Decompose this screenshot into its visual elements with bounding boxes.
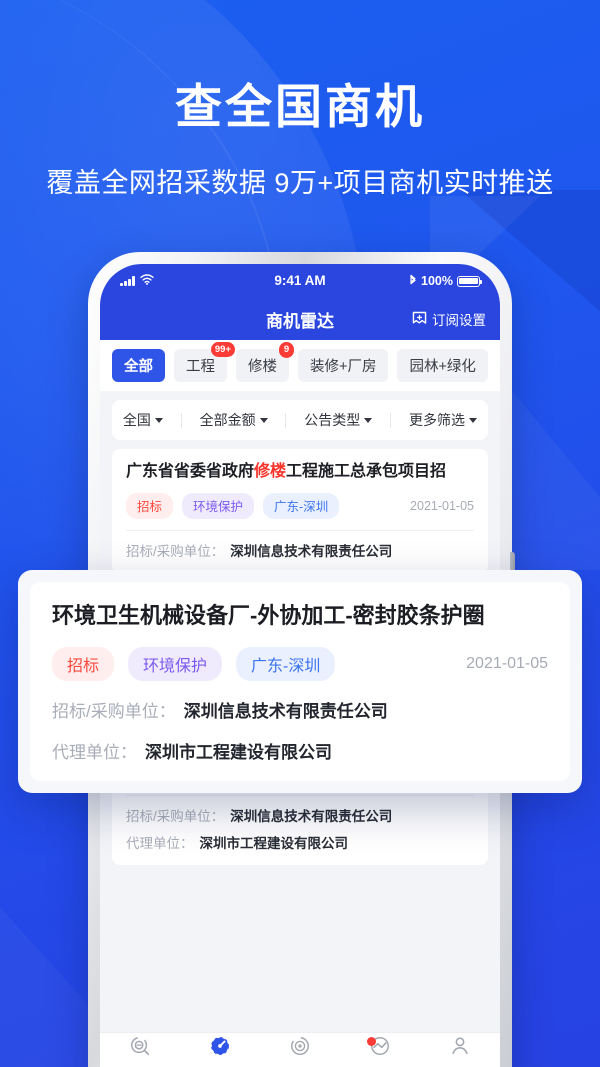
category-tab-4[interactable]: 园林+绿化 (397, 349, 488, 382)
app-header: 商机雷达 订阅设置 (100, 298, 500, 340)
filter-dropdown-3[interactable]: 更多筛选 (405, 410, 481, 430)
category-tab-3[interactable]: 装修+厂房 (298, 349, 389, 382)
tag-blue: 广东-深圳 (263, 492, 340, 519)
bluetooth-icon (409, 274, 417, 289)
nav-item-2[interactable]: 企业跟踪 (260, 1035, 340, 1067)
card-title-keyword: 修楼 (254, 463, 287, 480)
card-tag-row: 招标 环境保护 广东-深圳 2021-01-05 (126, 492, 474, 519)
nav-item-0[interactable]: 首页 (100, 1035, 180, 1067)
meta-row: 招标/采购单位： 深圳信息技术有限责任公司 (126, 794, 474, 834)
tag-red: 招标 (126, 492, 174, 519)
meta-row: 代理单位： 深圳市工程建设有限公司 (52, 738, 548, 763)
category-tabs[interactable]: 全部 工程 99+ 修楼 9 装修+厂房 园林+绿化 (100, 340, 500, 391)
battery-icon (457, 275, 483, 287)
category-tab-0[interactable]: 全部 (112, 349, 165, 382)
filter-bar[interactable]: 全国 全部金额 公告类型 更多筛选 (112, 400, 488, 440)
subscribe-settings-button[interactable]: 订阅设置 (411, 309, 486, 329)
spotlight-card[interactable]: 环境卫生机械设备厂-外协加工-密封胶条护圈 招标 环境保护 广东-深圳 2021-01… (18, 570, 582, 793)
opportunity-card[interactable]: 广东省省委省政府修楼工程施工总承包项目招招标 环境保护 广东-深圳 2021-01-0… (112, 449, 488, 573)
chevron-down-icon (154, 417, 163, 423)
spotlight-meta-rows: 招标/采购单位： 深圳信息技术有限责任公司代理单位： 深圳市工程建设有限公司 (52, 697, 548, 763)
filter-divider (390, 412, 392, 428)
tag-purple: 环境保护 (128, 646, 223, 681)
status-bar-right: 100% (409, 274, 483, 289)
meta-label: 招标/采购单位： (126, 808, 225, 824)
category-tab-label: 工程 (186, 359, 215, 375)
meta-row: 招标/采购单位： 深圳信息技术有限责任公司 (52, 697, 548, 722)
meta-value: 深圳市工程建设有限公司 (145, 742, 332, 762)
tag-blue: 广东-深圳 (236, 646, 336, 681)
notification-dot (367, 1036, 376, 1046)
filter-dropdown-label: 全国 (122, 412, 151, 428)
card-title: 广东省省委省政府修楼工程施工总承包项目招 (126, 463, 447, 480)
page-subtitle: 覆盖全网招采数据 9万+项目商机实时推送 (46, 167, 554, 198)
promo-screenshot: 查全国商机 覆盖全网招采数据 9万+项目商机实时推送 9:41 AM 100% … (0, 0, 600, 1067)
category-tab-label: 园林+绿化 (409, 359, 476, 375)
tag-purple: 环境保护 (182, 492, 255, 519)
user-icon (449, 1035, 471, 1062)
filter-divider (180, 412, 182, 428)
status-bar: 9:41 AM 100% (100, 264, 500, 298)
chevron-down-icon (364, 417, 373, 423)
category-tab-label: 装修+厂房 (310, 359, 377, 375)
spotlight-title: 环境卫生机械设备厂-外协加工-密封胶条护圈 (52, 603, 485, 628)
meta-label: 招标/采购单位： (126, 543, 225, 559)
hero-section: 查全国商机 覆盖全网招采数据 9万+项目商机实时推送 (0, 0, 600, 200)
meta-label: 招标/采购单位： (52, 701, 176, 721)
category-tab-badge: 99+ (210, 342, 235, 357)
filter-dropdown-1[interactable]: 全部金额 (196, 410, 272, 430)
filter-section: 全国 全部金额 公告类型 更多筛选 (100, 391, 500, 440)
chevron-down-icon (259, 417, 268, 423)
chevron-down-icon (468, 417, 477, 423)
meta-value: 深圳市工程建设有限公司 (199, 835, 349, 851)
category-tab-label: 全部 (124, 359, 153, 375)
meta-label: 代理单位： (52, 742, 137, 762)
target-icon (289, 1035, 311, 1062)
filter-dropdown-0[interactable]: 全国 (119, 410, 167, 430)
category-tab-1[interactable]: 工程 99+ (174, 342, 235, 382)
spotlight-card-inner: 环境卫生机械设备厂-外协加工-密封胶条护圈 招标 环境保护 广东-深圳 2021-01… (30, 582, 570, 781)
radar-icon (209, 1035, 231, 1062)
meta-value: 深圳信息技术有限责任公司 (230, 808, 393, 824)
page-title: 查全国商机 (175, 80, 425, 133)
publish-date: 2021-01-05 (410, 498, 474, 513)
spotlight-tag-row: 招标 环境保护 广东-深圳 2021-01-05 (52, 646, 548, 681)
filter-dropdown-label: 全部金额 (199, 412, 256, 428)
meta-value: 深圳信息技术有限责任公司 (183, 701, 388, 721)
tag-red: 招标 (52, 646, 115, 681)
filter-dropdown-2[interactable]: 公告类型 (300, 410, 376, 430)
nav-item-4[interactable]: 我的 (420, 1035, 500, 1067)
meta-row: 代理单位： 深圳市工程建设有限公司 (126, 832, 474, 861)
publish-date: 2021-01-05 (466, 654, 548, 672)
meta-label: 代理单位： (126, 835, 194, 851)
bottom-navigation[interactable]: 首页商机雷达企业跟踪掌上交易我的 (100, 1032, 500, 1067)
category-tab-label: 修楼 (248, 359, 277, 375)
meta-row: 招标/采购单位： 深圳信息技术有限责任公司 (126, 529, 474, 569)
battery-percent-label: 100% (421, 274, 453, 288)
filter-dropdown-label: 公告类型 (304, 412, 361, 428)
subscribe-settings-label: 订阅设置 (432, 313, 486, 328)
filter-dropdown-label: 更多筛选 (408, 412, 465, 428)
category-tab-badge: 9 (279, 342, 294, 358)
nav-item-1[interactable]: 商机雷达 (180, 1035, 260, 1067)
category-tab-2[interactable]: 修楼 9 (236, 342, 294, 382)
nav-item-3[interactable]: 掌上交易 (340, 1035, 420, 1067)
filter-divider (285, 412, 287, 428)
home-radar-icon (129, 1035, 151, 1062)
bookmark-plus-icon (411, 311, 428, 328)
meta-value: 深圳信息技术有限责任公司 (230, 543, 393, 559)
